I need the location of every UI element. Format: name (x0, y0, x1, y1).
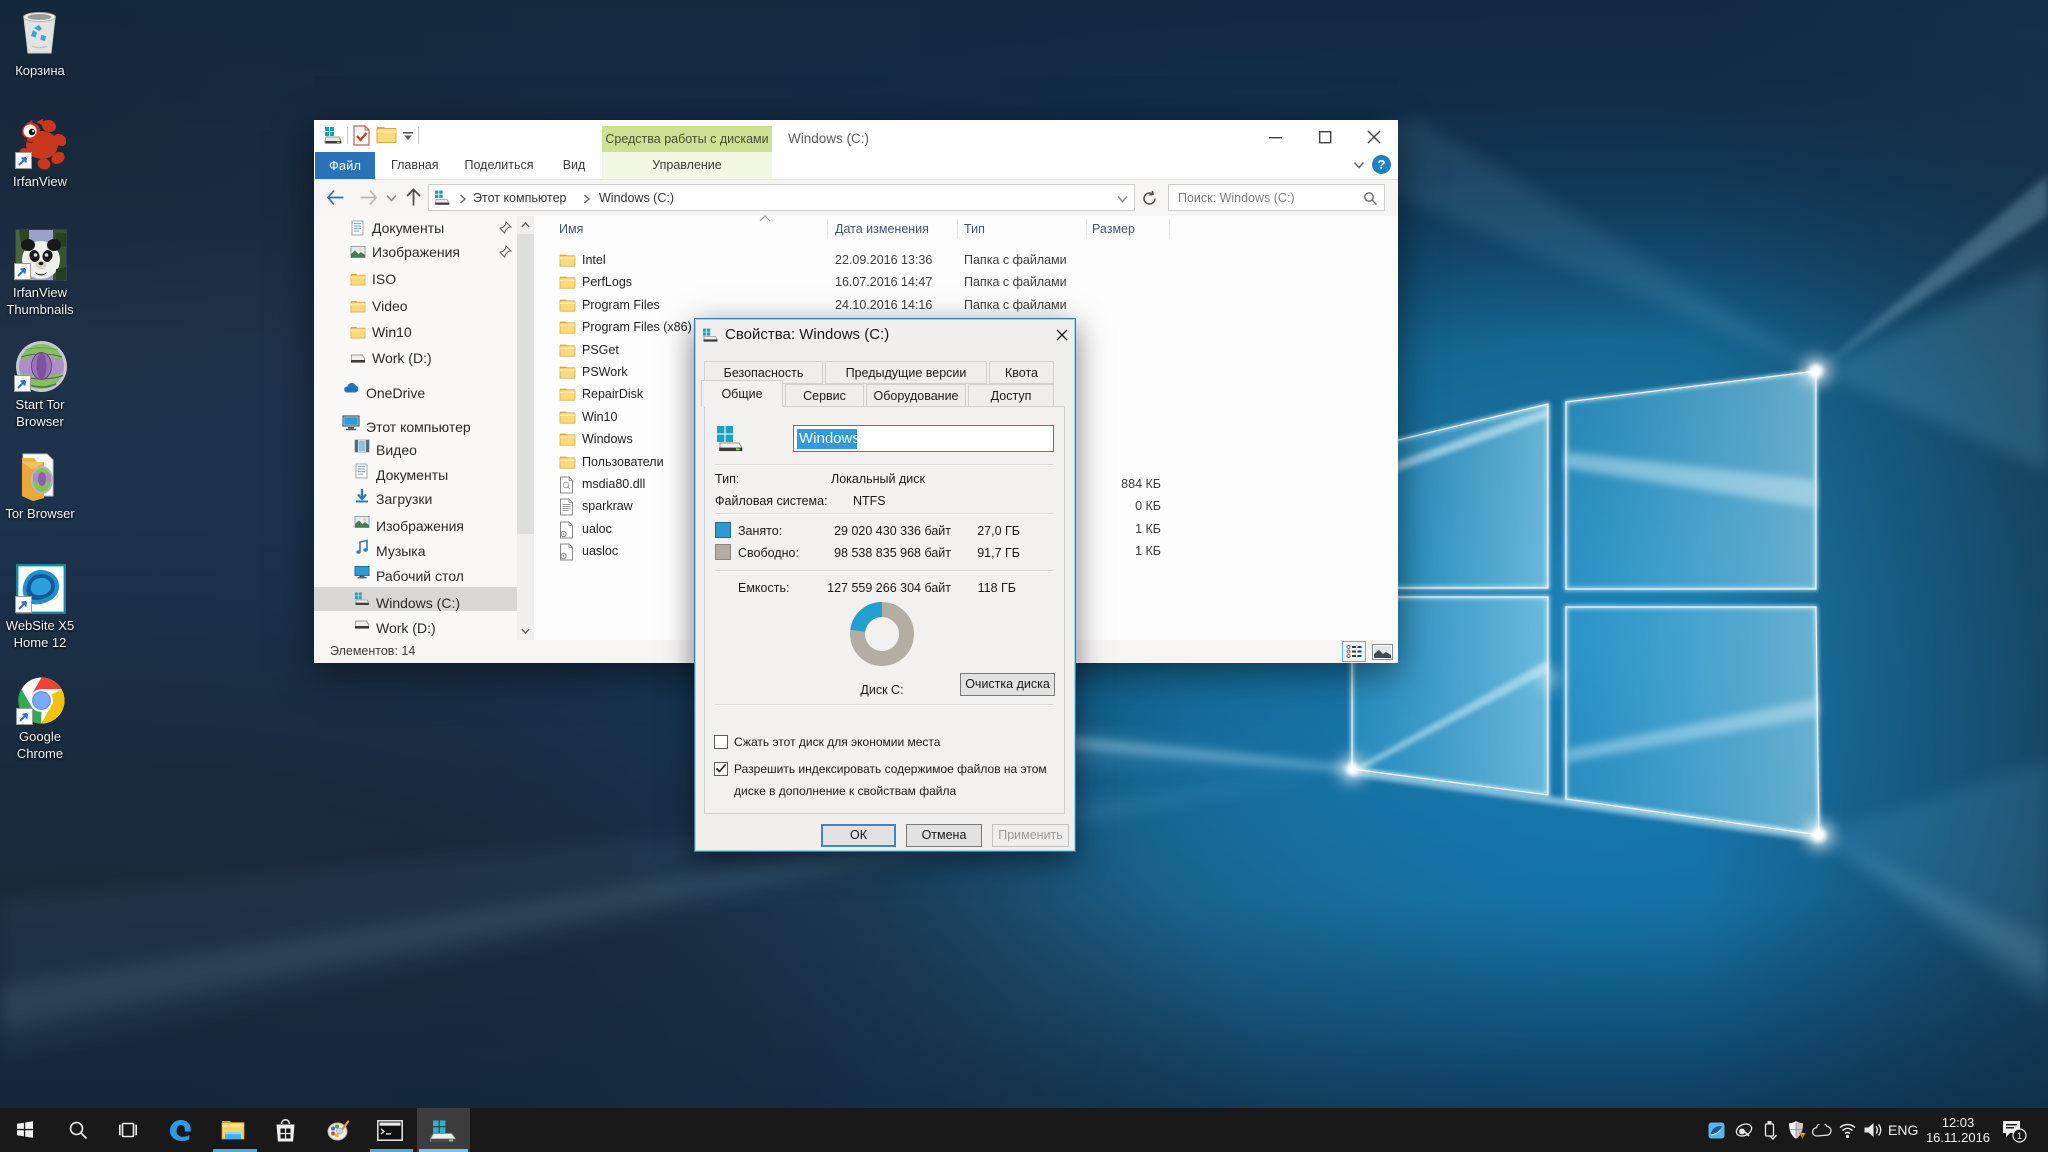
svg-text:1: 1 (2017, 1131, 2022, 1141)
